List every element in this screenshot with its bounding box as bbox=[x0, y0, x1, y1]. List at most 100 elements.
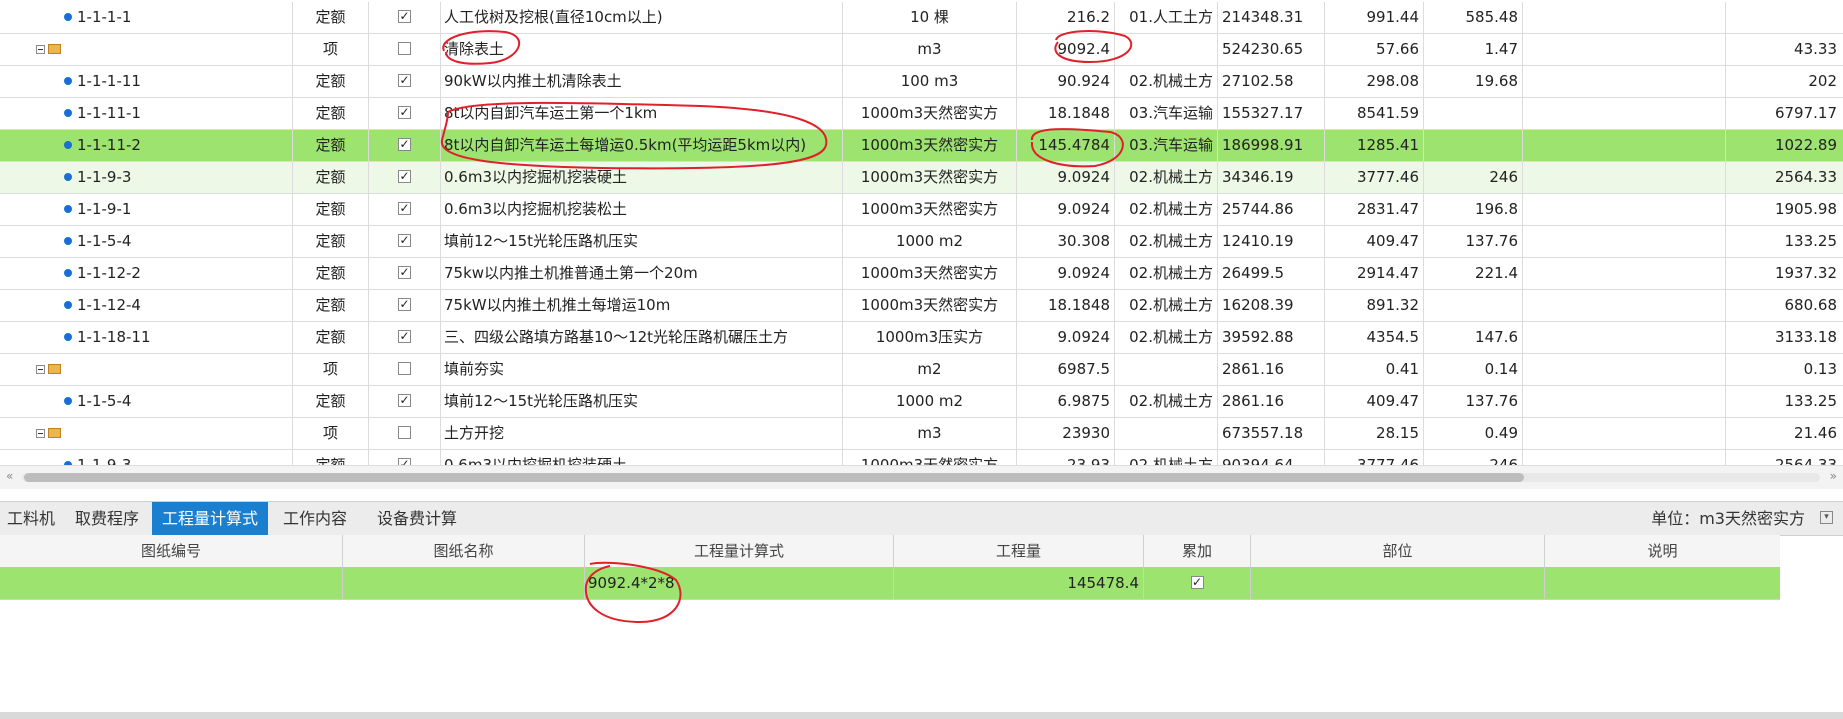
value4-cell[interactable] bbox=[1523, 2, 1726, 33]
horizontal-scrollbar[interactable]: « » bbox=[0, 465, 1843, 489]
check-cell[interactable]: ✓ bbox=[369, 290, 441, 321]
unit-price-cell[interactable]: 891.32 bbox=[1325, 290, 1424, 321]
row-checkbox[interactable]: ✓ bbox=[398, 74, 411, 87]
tree-toggle-icon[interactable] bbox=[36, 43, 62, 57]
table-row[interactable]: 1-1-1-11 定额 ✓ 90kW以内推土机清除表土 100 m3 90.924 02.机… bbox=[0, 66, 1843, 98]
column-header[interactable]: 说明 bbox=[1545, 535, 1780, 567]
value4-cell[interactable] bbox=[1523, 418, 1726, 449]
amount-cell[interactable]: 186998.91 bbox=[1218, 130, 1325, 161]
value5-cell[interactable]: 202 bbox=[1726, 66, 1843, 97]
quantity-cell[interactable]: 9.0924 bbox=[1017, 322, 1115, 353]
value3-cell[interactable]: 246 bbox=[1424, 450, 1523, 465]
code-cell[interactable]: 1-1-5-4 bbox=[0, 386, 293, 417]
collapse-icon[interactable] bbox=[36, 429, 45, 438]
code-cell[interactable]: 1-1-11-2 bbox=[0, 130, 293, 161]
check-cell[interactable]: ✓ bbox=[369, 98, 441, 129]
amount-cell[interactable]: 25744.86 bbox=[1218, 194, 1325, 225]
drawing-name-cell[interactable] bbox=[343, 567, 585, 599]
unit-price-cell[interactable]: 2831.47 bbox=[1325, 194, 1424, 225]
unit-price-cell[interactable]: 28.15 bbox=[1325, 418, 1424, 449]
table-row[interactable]: 1-1-11-2 定额 ✓ 8t以内自卸汽车运土每增运0.5km(平均运距5km以内)… bbox=[0, 130, 1843, 162]
category-cell[interactable] bbox=[1115, 354, 1218, 385]
name-cell[interactable]: 土方开挖 bbox=[441, 418, 843, 449]
type-cell[interactable]: 定额 bbox=[293, 226, 369, 257]
name-cell[interactable]: 填前夯实 bbox=[441, 354, 843, 385]
unit-cell[interactable]: 100 m3 bbox=[843, 66, 1017, 97]
unit-cell[interactable]: 1000m3天然密实方 bbox=[843, 194, 1017, 225]
unit-price-cell[interactable]: 3777.46 bbox=[1325, 162, 1424, 193]
code-cell[interactable]: 1-1-5-4 bbox=[0, 226, 293, 257]
accumulate-checkbox[interactable]: ✓ bbox=[1190, 576, 1204, 589]
amount-cell[interactable]: 2861.16 bbox=[1218, 386, 1325, 417]
quantity-cell[interactable]: 9.0924 bbox=[1017, 258, 1115, 289]
quantity-cell[interactable]: 216.2 bbox=[1017, 2, 1115, 33]
value5-cell[interactable]: 1022.89 bbox=[1726, 130, 1843, 161]
scroll-thumb[interactable] bbox=[24, 473, 1524, 482]
column-header[interactable]: 累加 bbox=[1144, 535, 1251, 567]
column-header[interactable]: 图纸编号 bbox=[0, 535, 343, 567]
check-cell[interactable]: ✓ bbox=[369, 322, 441, 353]
unit-price-cell[interactable]: 409.47 bbox=[1325, 226, 1424, 257]
value5-cell[interactable]: 133.25 bbox=[1726, 226, 1843, 257]
formula-table-row[interactable]: 9092.4*2*8 145478.4 ✓ bbox=[0, 567, 1780, 600]
row-checkbox[interactable]: ✓ bbox=[398, 10, 411, 23]
column-header[interactable]: 工程量计算式 bbox=[585, 535, 894, 567]
value5-cell[interactable]: 6797.17 bbox=[1726, 98, 1843, 129]
row-checkbox[interactable]: ✓ bbox=[398, 234, 411, 247]
value3-cell[interactable]: 137.76 bbox=[1424, 386, 1523, 417]
quantity-cell[interactable]: 6987.5 bbox=[1017, 354, 1115, 385]
quantity-cell[interactable]: 9092.4 bbox=[1017, 34, 1115, 65]
column-header[interactable]: 工程量 bbox=[894, 535, 1144, 567]
check-cell[interactable]: ✓ bbox=[369, 450, 441, 465]
check-cell[interactable] bbox=[369, 418, 441, 449]
value4-cell[interactable] bbox=[1523, 34, 1726, 65]
table-row[interactable]: 1-1-9-1 定额 ✓ 0.6m3以内挖掘机挖装松土 1000m3天然密实方 9.092… bbox=[0, 194, 1843, 226]
quantity-cell[interactable]: 23.93 bbox=[1017, 450, 1115, 465]
value4-cell[interactable] bbox=[1523, 450, 1726, 465]
type-cell[interactable]: 定额 bbox=[293, 130, 369, 161]
value5-cell[interactable]: 133.25 bbox=[1726, 386, 1843, 417]
type-cell[interactable]: 项 bbox=[293, 34, 369, 65]
category-cell[interactable] bbox=[1115, 418, 1218, 449]
table-row[interactable]: 项 土方开挖 m3 23930 673557.18 28.15 0.49 21.46 bbox=[0, 418, 1843, 450]
unit-price-cell[interactable]: 1285.41 bbox=[1325, 130, 1424, 161]
type-cell[interactable]: 定额 bbox=[293, 290, 369, 321]
check-cell[interactable]: ✓ bbox=[369, 258, 441, 289]
check-cell[interactable]: ✓ bbox=[369, 162, 441, 193]
type-cell[interactable]: 项 bbox=[293, 418, 369, 449]
category-cell[interactable]: 03.汽车运输 bbox=[1115, 130, 1218, 161]
unit-cell[interactable]: 1000m3压实方 bbox=[843, 322, 1017, 353]
name-cell[interactable]: 0.6m3以内挖掘机挖装松土 bbox=[441, 194, 843, 225]
name-cell[interactable]: 填前12～15t光轮压路机压实 bbox=[441, 386, 843, 417]
amount-cell[interactable]: 34346.19 bbox=[1218, 162, 1325, 193]
table-row[interactable]: 1-1-12-4 定额 ✓ 75kW以内推土机推土每增运10m 1000m3天然密实方 1… bbox=[0, 290, 1843, 322]
code-cell[interactable] bbox=[0, 418, 293, 449]
check-cell[interactable] bbox=[369, 354, 441, 385]
code-cell[interactable]: 1-1-1-1 bbox=[0, 2, 293, 33]
check-cell[interactable]: ✓ bbox=[369, 226, 441, 257]
table-row[interactable]: 1-1-18-11 定额 ✓ 三、四级公路填方路基10～12t光轮压路机碾压土方 100… bbox=[0, 322, 1843, 354]
amount-cell[interactable]: 39592.88 bbox=[1218, 322, 1325, 353]
table-row[interactable]: 项 填前夯实 m2 6987.5 2861.16 0.41 0.14 0.13 bbox=[0, 354, 1843, 386]
code-cell[interactable]: 1-1-12-2 bbox=[0, 258, 293, 289]
tab-1[interactable]: 取费程序 bbox=[62, 502, 152, 535]
row-checkbox[interactable] bbox=[398, 426, 411, 439]
code-cell[interactable] bbox=[0, 34, 293, 65]
check-cell[interactable]: ✓ bbox=[369, 2, 441, 33]
value5-cell[interactable]: 1905.98 bbox=[1726, 194, 1843, 225]
table-row[interactable]: 1-1-5-4 定额 ✓ 填前12～15t光轮压路机压实 1000 m2 6.9875 02… bbox=[0, 386, 1843, 418]
code-cell[interactable]: 1-1-11-1 bbox=[0, 98, 293, 129]
value3-cell[interactable]: 0.49 bbox=[1424, 418, 1523, 449]
value3-cell[interactable]: 221.4 bbox=[1424, 258, 1523, 289]
quantity-cell[interactable]: 18.1848 bbox=[1017, 98, 1115, 129]
unit-price-cell[interactable]: 2914.47 bbox=[1325, 258, 1424, 289]
name-cell[interactable]: 清除表土 bbox=[441, 34, 843, 65]
name-cell[interactable]: 人工伐树及挖根(直径10cm以上) bbox=[441, 2, 843, 33]
unit-cell[interactable]: 1000m3天然密实方 bbox=[843, 162, 1017, 193]
unit-cell[interactable]: 10 棵 bbox=[843, 2, 1017, 33]
value3-cell[interactable]: 196.8 bbox=[1424, 194, 1523, 225]
tab-2[interactable]: 工程量计算式 bbox=[152, 502, 268, 535]
unit-cell[interactable]: 1000m3天然密实方 bbox=[843, 130, 1017, 161]
code-cell[interactable] bbox=[0, 354, 293, 385]
row-checkbox[interactable]: ✓ bbox=[398, 298, 411, 311]
